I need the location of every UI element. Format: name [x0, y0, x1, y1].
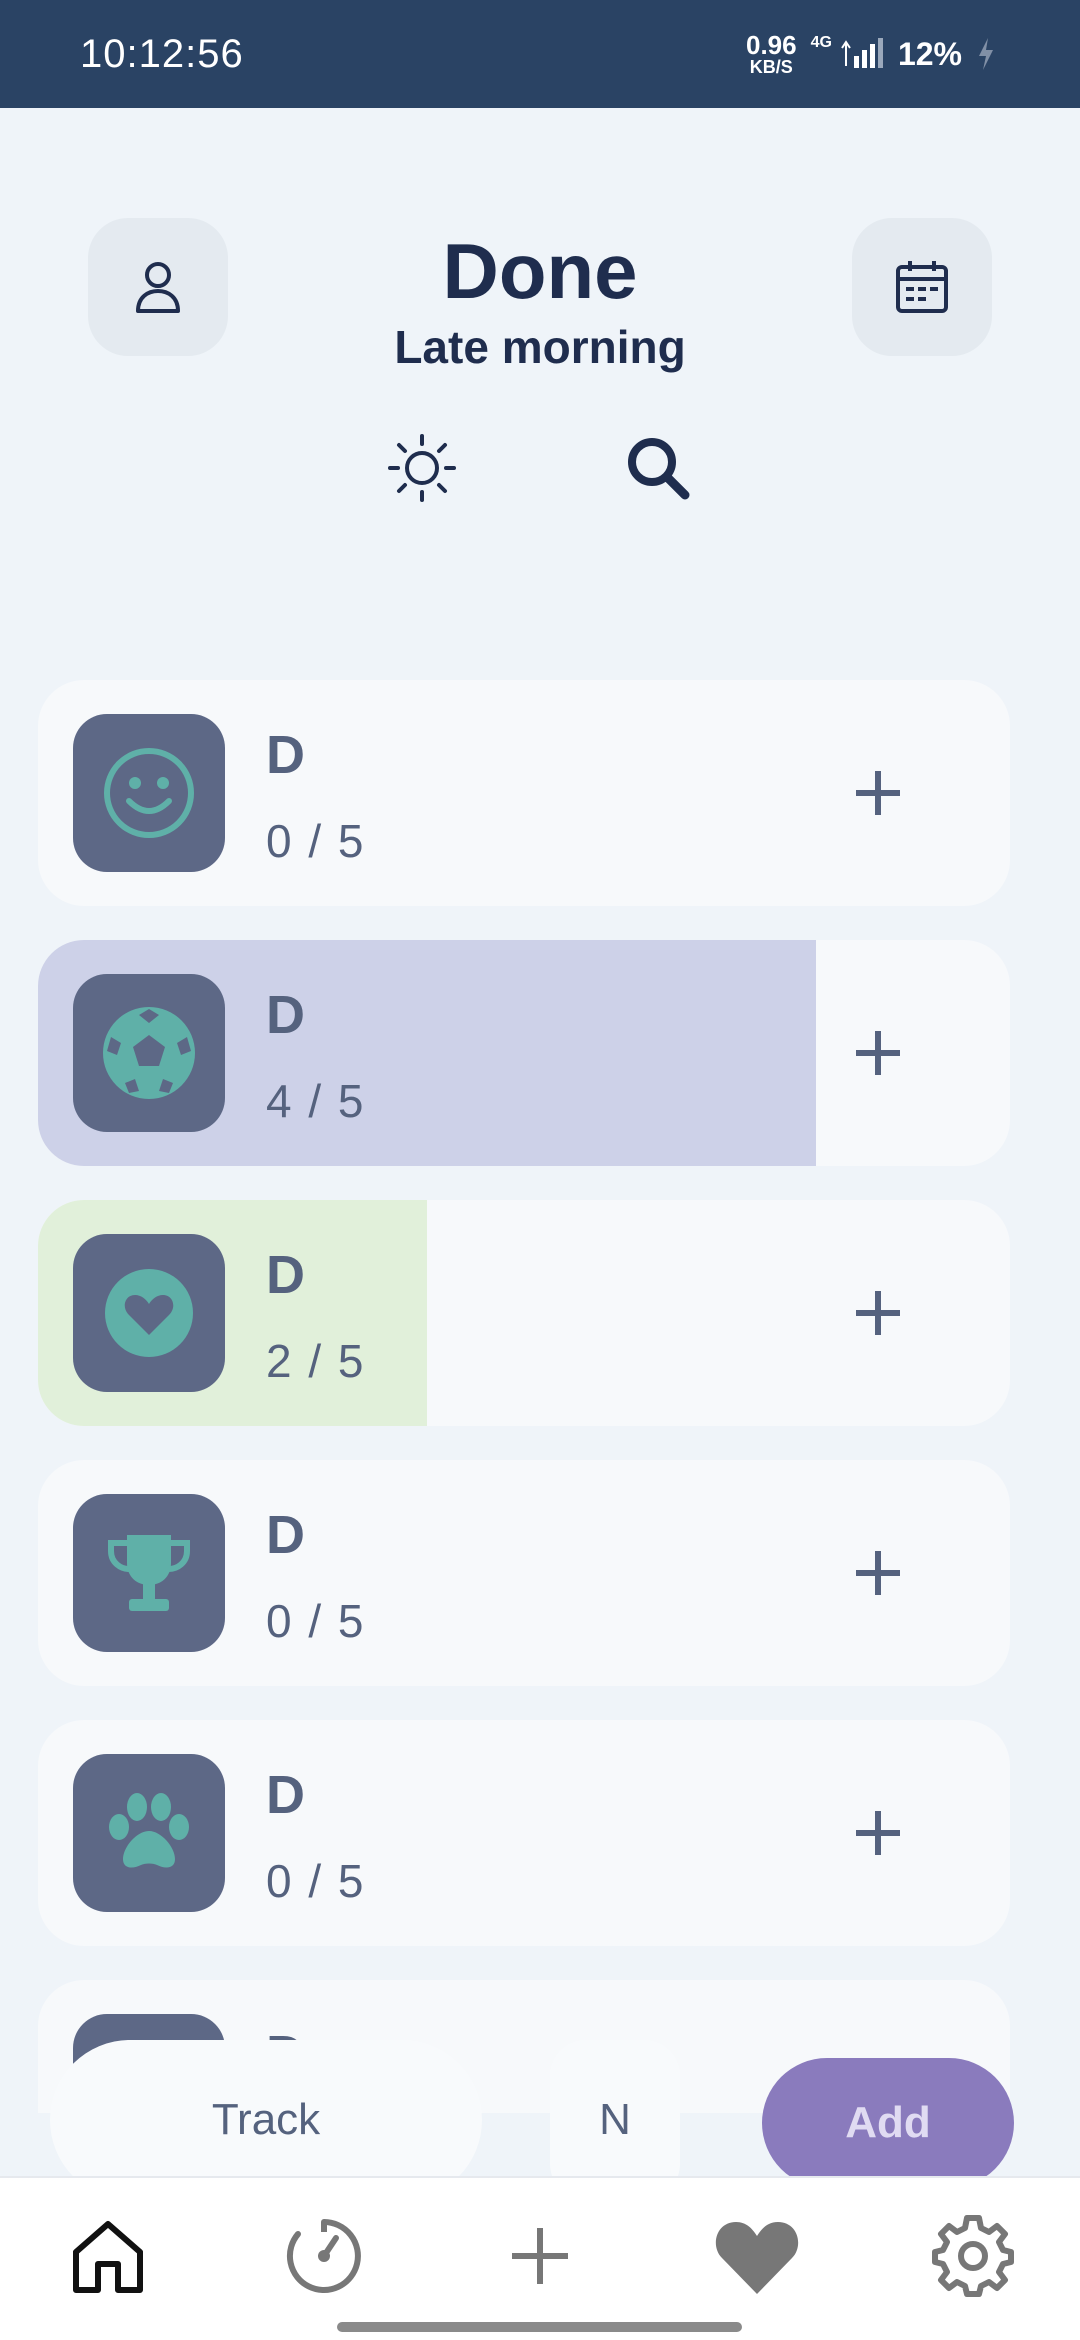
brightness-button[interactable]	[382, 428, 462, 508]
habit-count: 0 / 5	[266, 1855, 366, 1907]
habit-name: D	[266, 1505, 305, 1565]
network-type: 4G	[810, 34, 832, 51]
habit-list[interactable]: D 0 / 5 D 4 / 5 D 2 / 5 D 0 / 5 D 0 / 5	[0, 568, 1080, 2113]
increment-button[interactable]	[840, 1795, 916, 1871]
plus-icon	[856, 771, 900, 815]
habit-card[interactable]: D 2 / 5	[38, 1200, 1010, 1426]
nav-home[interactable]	[53, 2206, 163, 2306]
soccer-ball-icon	[103, 1007, 195, 1099]
status-bar: 10:12:56 0.96 KB/S 4G 12%	[0, 0, 1080, 108]
habit-icon-tile	[73, 714, 225, 872]
paw-icon	[109, 1793, 189, 1868]
charging-icon	[979, 38, 993, 70]
plus-icon	[856, 1551, 900, 1595]
habit-name: D	[266, 1245, 305, 1305]
bottom-nav	[0, 2176, 1080, 2340]
timer-icon	[286, 2219, 361, 2293]
smiley-icon	[104, 748, 194, 838]
increment-button[interactable]	[840, 755, 916, 831]
nav-favorites[interactable]	[702, 2206, 812, 2306]
network-speed: 0.96 KB/S	[746, 32, 797, 76]
habit-card[interactable]: D 0 / 5	[38, 1460, 1010, 1686]
habit-icon-tile	[73, 1754, 225, 1912]
habit-name: D	[266, 985, 305, 1045]
habit-icon-tile	[73, 974, 225, 1132]
battery-percentage: 12%	[897, 35, 962, 72]
network-speed-unit: KB/S	[749, 57, 793, 77]
search-icon	[628, 438, 690, 500]
habit-count: 2 / 5	[266, 1335, 366, 1387]
heart-icon	[715, 2222, 799, 2294]
network-speed-value: 0.96	[746, 30, 797, 60]
calendar-icon	[896, 261, 948, 313]
signal-icon	[841, 38, 883, 68]
nav-settings[interactable]	[918, 2206, 1028, 2306]
add-icon	[512, 2228, 568, 2284]
plus-icon	[856, 1291, 900, 1335]
habit-icon-tile	[73, 1234, 225, 1392]
search-button[interactable]	[618, 428, 698, 508]
habit-card[interactable]: D 0 / 5	[38, 680, 1010, 906]
calendar-button[interactable]	[852, 218, 992, 356]
home-icon	[73, 2221, 143, 2293]
habit-count: 0 / 5	[266, 1595, 366, 1647]
status-indicators: 0.96 KB/S 4G 12%	[746, 32, 996, 76]
nav-add[interactable]	[485, 2206, 595, 2306]
increment-button[interactable]	[840, 1275, 916, 1351]
status-time: 10:12:56	[80, 31, 244, 76]
habit-card[interactable]: D 4 / 5	[38, 940, 1010, 1166]
nav-timer[interactable]	[269, 2206, 379, 2306]
habit-count: 4 / 5	[266, 1075, 366, 1127]
plus-icon	[856, 1031, 900, 1075]
home-indicator[interactable]	[337, 2322, 742, 2332]
add-button[interactable]: Add	[762, 2058, 1014, 2188]
trophy-icon	[108, 1535, 190, 1611]
main-screen: Done Late morning D 0 / 5 D 4 / 5 D 2 / …	[0, 108, 1080, 2176]
plus-icon	[856, 1811, 900, 1855]
sun-icon	[388, 434, 456, 502]
increment-button[interactable]	[840, 1015, 916, 1091]
heart-icon	[105, 1269, 193, 1357]
habit-name: D	[266, 1765, 305, 1825]
habit-count: 0 / 5	[266, 815, 366, 867]
gear-icon	[932, 2215, 1014, 2297]
habit-name: D	[266, 725, 305, 785]
habit-card[interactable]: D 0 / 5	[38, 1720, 1010, 1946]
increment-button[interactable]	[840, 1535, 916, 1611]
bottom-controls: Track N Add	[0, 2040, 1080, 2200]
habit-icon-tile	[73, 1494, 225, 1652]
